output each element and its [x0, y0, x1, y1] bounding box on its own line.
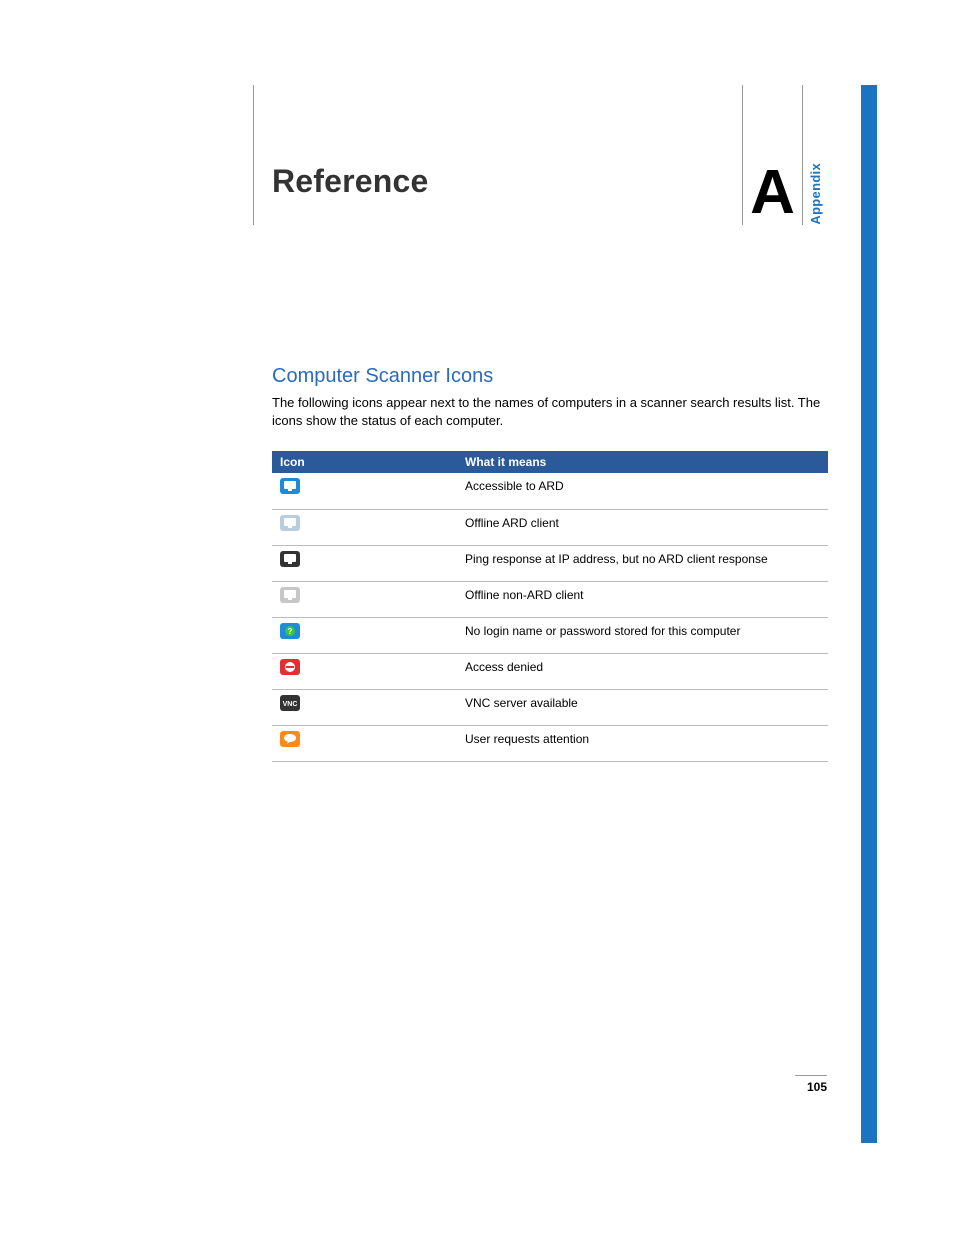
access-denied-icon	[272, 653, 457, 689]
svg-text:?: ?	[288, 627, 293, 636]
attention-icon	[272, 725, 457, 761]
no-credentials-icon: ?	[272, 617, 457, 653]
title-column: Reference	[253, 85, 742, 225]
table-header-meaning: What it means	[457, 451, 828, 473]
ard-accessible-icon	[272, 473, 457, 509]
vnc-available-icon: VNC	[272, 689, 457, 725]
table-row: Accessible to ARD	[272, 473, 828, 509]
scanner-icons-table: Icon What it means Accessible to ARDOffl…	[272, 451, 828, 762]
appendix-label-column: Appendix	[802, 85, 828, 225]
section-computer-scanner-icons: Computer Scanner Icons The following ico…	[272, 365, 828, 762]
section-heading: Computer Scanner Icons	[272, 365, 828, 388]
table-row: ? No login name or password stored for th…	[272, 617, 828, 653]
icon-meaning: No login name or password stored for thi…	[457, 617, 828, 653]
offline-non-ard-icon	[272, 581, 457, 617]
icon-meaning: Offline ARD client	[457, 509, 828, 545]
table-row: Ping response at IP address, but no ARD …	[272, 545, 828, 581]
icon-meaning: User requests attention	[457, 725, 828, 761]
icon-meaning: Offline non-ARD client	[457, 581, 828, 617]
page: Reference A Appendix Computer Scanner Ic…	[253, 85, 828, 762]
chapter-header: Reference A Appendix	[253, 85, 828, 225]
ard-offline-icon	[272, 509, 457, 545]
icon-meaning: Ping response at IP address, but no ARD …	[457, 545, 828, 581]
page-title: Reference	[272, 163, 429, 200]
page-number: 105	[795, 1075, 827, 1094]
table-row: Access denied	[272, 653, 828, 689]
section-intro: The following icons appear next to the n…	[272, 394, 828, 429]
svg-text:VNC: VNC	[283, 701, 298, 708]
thumb-index-bar	[861, 85, 877, 1143]
appendix-letter: A	[750, 165, 795, 225]
ping-no-ard-icon	[272, 545, 457, 581]
appendix-label: Appendix	[808, 157, 823, 225]
appendix-letter-column: A	[742, 85, 802, 225]
table-row: User requests attention	[272, 725, 828, 761]
table-header-icon: Icon	[272, 451, 457, 473]
icon-meaning: VNC server available	[457, 689, 828, 725]
icon-meaning: Access denied	[457, 653, 828, 689]
table-row: Offline non-ARD client	[272, 581, 828, 617]
table-row: VNC VNC server available	[272, 689, 828, 725]
table-row: Offline ARD client	[272, 509, 828, 545]
icon-meaning: Accessible to ARD	[457, 473, 828, 509]
